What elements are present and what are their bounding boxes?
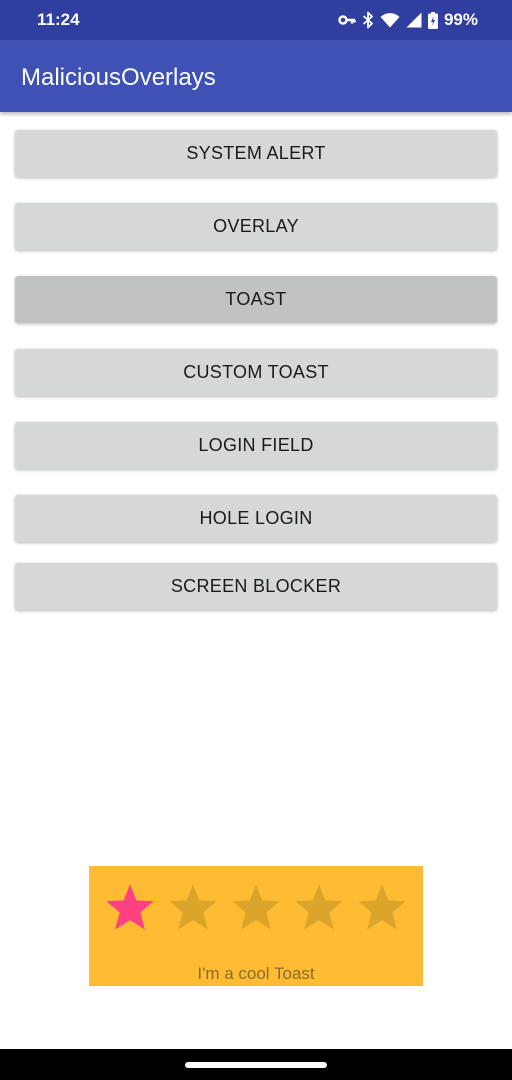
star-empty-icon[interactable]	[229, 881, 283, 935]
system-alert-button[interactable]: SYSTEM ALERT	[15, 130, 497, 177]
status-icons: 99%	[338, 9, 478, 31]
toast-message: I'm a cool Toast	[197, 964, 315, 983]
home-gesture-handle[interactable]	[185, 1062, 327, 1068]
login-field-button[interactable]: LOGIN FIELD	[15, 422, 497, 469]
screen-blocker-button[interactable]: SCREEN BLOCKER	[15, 563, 497, 610]
battery-icon	[427, 11, 438, 29]
hole-login-button[interactable]: HOLE LOGIN	[15, 495, 497, 542]
app-bar: MaliciousOverlays	[0, 40, 512, 112]
toast-button[interactable]: TOAST	[15, 276, 497, 323]
vpn-key-icon	[338, 14, 356, 26]
app-title: MaliciousOverlays	[21, 64, 216, 91]
cell-signal-icon	[406, 12, 422, 28]
battery-percent: 99%	[443, 10, 478, 29]
custom-toast-button[interactable]: CUSTOM TOAST	[15, 349, 497, 396]
star-empty-icon[interactable]	[292, 881, 346, 935]
bluetooth-icon	[362, 11, 374, 29]
custom-toast: I'm a cool Toast	[89, 866, 423, 986]
star-filled-icon[interactable]	[103, 881, 157, 935]
status-bar: 11:24 99%	[0, 0, 512, 40]
overlay-button[interactable]: OVERLAY	[15, 203, 497, 250]
wifi-icon	[380, 12, 400, 28]
status-time: 11:24	[37, 10, 80, 29]
star-empty-icon[interactable]	[166, 881, 220, 935]
navigation-bar	[0, 1049, 512, 1080]
star-empty-icon[interactable]	[355, 881, 409, 935]
